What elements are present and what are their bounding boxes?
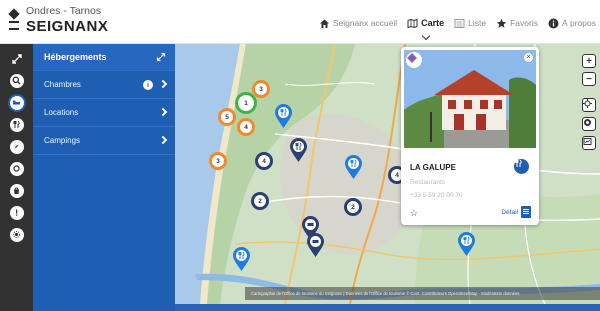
brand-title: SEIGNANX <box>26 17 109 35</box>
chevron-right-icon <box>158 79 168 89</box>
document-icon <box>521 206 531 218</box>
category-rail <box>0 44 33 311</box>
bed-icon[interactable] <box>7 93 26 112</box>
restaurant-pin-icon[interactable] <box>232 247 251 272</box>
info-icon[interactable]: i <box>143 80 153 90</box>
panel-item-label: Locations <box>44 108 79 117</box>
service-pin-icon[interactable] <box>306 233 325 258</box>
zoom-out-button[interactable]: − <box>582 72 596 86</box>
nav-favorites[interactable]: Favoris <box>496 18 538 29</box>
restaurant-icon[interactable] <box>7 115 26 134</box>
panel-item-locations[interactable]: Locations <box>33 99 175 127</box>
restaurant-pin-icon[interactable] <box>289 138 308 163</box>
detail-link[interactable]: Détail <box>501 206 531 218</box>
nav-list-label: Liste <box>468 18 487 28</box>
locate-icon <box>583 99 592 108</box>
fullscreen-button[interactable] <box>582 136 596 150</box>
panel-header: Hébergements <box>33 44 175 71</box>
zoom-in-button[interactable]: + <box>582 54 596 68</box>
layers-button[interactable] <box>582 117 596 131</box>
panel-item-label: Chambres <box>44 80 81 89</box>
restaurant-pin-icon[interactable] <box>344 155 363 180</box>
nav-about-label: À propos <box>561 18 596 28</box>
map-cluster[interactable]: 1 <box>235 92 257 114</box>
nav-about[interactable]: À propos <box>548 18 596 29</box>
collapse-icon[interactable] <box>7 49 26 68</box>
poi-name: LA GALUPE <box>410 163 456 172</box>
list-icon <box>454 18 465 29</box>
map-cluster[interactable]: 3 <box>209 152 227 170</box>
nav-map-label: Carte <box>421 18 445 28</box>
chevron-right-icon <box>158 135 168 145</box>
panel-item-label: Campings <box>44 136 81 145</box>
event-icon[interactable] <box>7 203 26 222</box>
nav-home-label: Seignanx accueil <box>332 18 398 28</box>
top-navigation: Seignanx accueil Carte Liste Favoris À p… <box>309 14 596 40</box>
map-icon <box>407 18 418 29</box>
map-cluster[interactable]: 2 <box>344 198 362 216</box>
poi-photo: × <box>404 50 536 148</box>
restaurant-icon <box>514 159 529 174</box>
map-cluster[interactable]: 4 <box>237 118 255 136</box>
map-view[interactable]: 3 5 1 4 3 4 2 2 4 × LA GALUPE Restaurant… <box>175 44 600 304</box>
brand-mark-icon <box>8 8 20 32</box>
category-panel: Hébergements Chambres i Locations Campin… <box>33 44 175 311</box>
brand-subtitle: Ondres - Tarnos <box>26 5 102 17</box>
favorite-star-icon[interactable]: ☆ <box>410 208 418 219</box>
poi-popup: × LA GALUPE Restaurants +33 5 59 20 00 7… <box>401 47 539 225</box>
home-icon <box>319 18 330 29</box>
restaurant-pin-icon[interactable] <box>457 232 476 257</box>
restaurant-pin-icon[interactable] <box>274 104 293 129</box>
layers-icon <box>584 119 591 126</box>
brand-logo-icon <box>406 52 422 68</box>
search-icon[interactable] <box>7 71 26 90</box>
leisure-icon[interactable] <box>7 159 26 178</box>
app-header: Ondres - Tarnos SEIGNANX Seignanx accuei… <box>0 0 600 44</box>
close-icon[interactable]: × <box>524 53 533 62</box>
expand-icon[interactable] <box>156 52 166 62</box>
poi-phone[interactable]: +33 5 59 20 00 70 <box>410 192 463 199</box>
panel-title: Hébergements <box>44 52 107 62</box>
map-cluster[interactable]: 2 <box>251 192 269 210</box>
brand-logo[interactable]: Ondres - Tarnos SEIGNANX <box>8 6 108 34</box>
locate-button[interactable] <box>582 98 596 112</box>
chevron-right-icon <box>158 107 168 117</box>
detail-label: Détail <box>501 208 518 216</box>
map-cluster[interactable]: 5 <box>218 108 236 126</box>
poi-category: Restaurants <box>410 179 446 186</box>
footer-bar <box>175 304 600 311</box>
star-icon <box>496 18 507 29</box>
nav-list[interactable]: Liste <box>454 18 486 29</box>
nav-map[interactable]: Carte <box>407 18 445 40</box>
nav-favorites-label: Favoris <box>510 18 538 28</box>
panel-item-chambres[interactable]: Chambres i <box>33 71 175 99</box>
fullscreen-icon <box>583 138 592 145</box>
map-cluster[interactable]: 4 <box>255 152 273 170</box>
panel-item-campings[interactable]: Campings <box>33 127 175 155</box>
map-attribution: Cartographie de l'Office de tourisme du … <box>245 287 600 300</box>
service-icon[interactable] <box>7 225 26 244</box>
chevron-down-icon <box>421 31 430 40</box>
compass-icon[interactable] <box>7 137 26 156</box>
shopping-icon[interactable] <box>7 181 26 200</box>
nav-home[interactable]: Seignanx accueil <box>319 18 397 29</box>
info-icon <box>548 18 559 29</box>
